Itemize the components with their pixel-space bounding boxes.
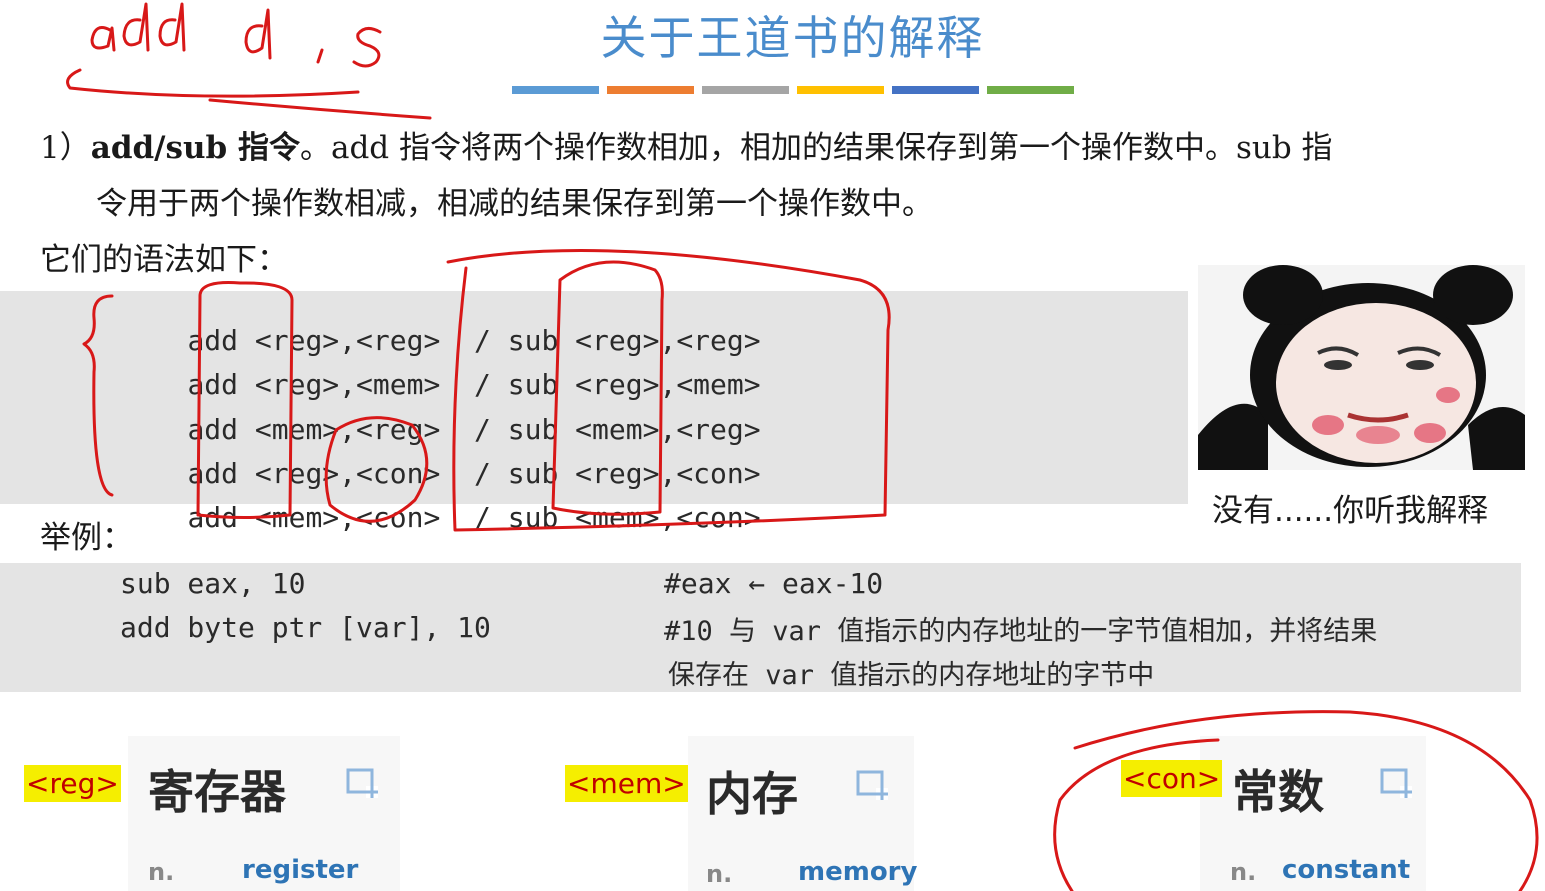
description-text: 。add 指令将两个操作数相加，相加的结果保存到第一个操作数中。sub 指 bbox=[299, 130, 1333, 166]
mem-chinese: 内存 bbox=[706, 758, 798, 824]
example-comment-text: #10 与 var 值指示的内存地址的一字节值相加，并将结果 bbox=[664, 616, 1378, 647]
example-code-2: add byte ptr [var], 10 bbox=[120, 611, 491, 644]
example-code-text: add byte ptr [var], 10 bbox=[120, 611, 491, 644]
reg-chinese: 寄存器 bbox=[148, 756, 286, 822]
page-title: 关于王道书的解释 bbox=[600, 11, 985, 65]
color-bar bbox=[702, 86, 789, 94]
con-tag: <con> bbox=[1121, 760, 1223, 797]
meme-caption: 没有......你听我解释 bbox=[1212, 485, 1488, 530]
syntax-row: add <mem>,<reg> / sub <mem>,<reg> bbox=[120, 380, 760, 446]
color-bar bbox=[987, 86, 1074, 94]
description-line-2: 令用于两个操作数相减，相减的结果保存到第一个操作数中。 bbox=[96, 184, 933, 224]
reg-tag-text: <reg> bbox=[26, 767, 119, 800]
mem-english-text: memory bbox=[798, 857, 918, 887]
example-heading-text: 举例： bbox=[40, 520, 133, 556]
example-comment-2: #10 与 var 值指示的内存地址的一字节值相加，并将结果 bbox=[664, 609, 1377, 648]
meme-caption-text: 没有......你听我解释 bbox=[1212, 493, 1489, 529]
mem-pos-text: n. bbox=[706, 860, 733, 888]
item-number: 1） bbox=[40, 130, 91, 166]
reg-english-text: register bbox=[242, 855, 359, 885]
con-chinese: 常数 bbox=[1232, 756, 1324, 822]
color-bar bbox=[892, 86, 979, 94]
con-chinese-text: 常数 bbox=[1232, 765, 1324, 819]
color-bar bbox=[512, 86, 599, 94]
example-comment-text: #eax ← eax-10 bbox=[664, 567, 884, 600]
reg-pos-text: n. bbox=[148, 858, 175, 886]
con-english-text: constant bbox=[1282, 855, 1411, 885]
example-heading: 举例： bbox=[40, 518, 133, 558]
panda-meme-image bbox=[1198, 265, 1525, 470]
mem-english: memory bbox=[798, 857, 917, 887]
syntax-row: add <mem>,<con> / sub <mem>,<con> bbox=[120, 468, 760, 534]
con-pos: n. bbox=[1230, 858, 1256, 886]
description-text-2: 令用于两个操作数相减，相减的结果保存到第一个操作数中。 bbox=[96, 186, 933, 222]
syntax-separator: / bbox=[474, 501, 491, 534]
con-pos-text: n. bbox=[1230, 858, 1257, 886]
add-to-wordbook-icon[interactable] bbox=[856, 770, 890, 800]
con-tag-text: <con> bbox=[1123, 762, 1221, 795]
description-line-1: 1）add/sub 指令。add 指令将两个操作数相加，相加的结果保存到第一个操… bbox=[40, 128, 1333, 168]
con-english: constant bbox=[1282, 855, 1410, 885]
add-to-wordbook-icon[interactable] bbox=[1380, 768, 1414, 798]
color-bar bbox=[607, 86, 694, 94]
reg-chinese-text: 寄存器 bbox=[148, 765, 286, 819]
syntax-heading-text: 它们的语法如下： bbox=[40, 242, 288, 278]
color-bar-strip bbox=[512, 86, 1074, 94]
mem-pos: n. bbox=[706, 860, 732, 888]
example-code-1: sub eax, 10 bbox=[120, 567, 305, 600]
color-bar bbox=[797, 86, 884, 94]
bold-term: add/sub 指令 bbox=[90, 130, 300, 166]
syntax-row: add <reg>,<con> / sub <reg>,<con> bbox=[120, 424, 760, 490]
mem-chinese-text: 内存 bbox=[706, 767, 798, 821]
syntax-sub: sub <mem>,<con> bbox=[507, 501, 761, 534]
syntax-row: add <reg>,<mem> / sub <reg>,<mem> bbox=[120, 335, 760, 401]
example-comment-2b: 保存在 var 值指示的内存地址的字节中 bbox=[668, 653, 1154, 692]
reg-english: register bbox=[242, 855, 358, 885]
example-comment-text: 保存在 var 值指示的内存地址的字节中 bbox=[668, 660, 1155, 691]
reg-pos: n. bbox=[148, 858, 174, 886]
example-comment-1: #eax ← eax-10 bbox=[664, 567, 883, 600]
mem-tag-text: <mem> bbox=[567, 767, 686, 800]
reg-tag: <reg> bbox=[24, 765, 121, 802]
syntax-rows: add <reg>,<reg> / sub <reg>,<reg> add <r… bbox=[0, 291, 760, 534]
example-code-text: sub eax, 10 bbox=[120, 567, 306, 600]
mem-tag: <mem> bbox=[565, 765, 688, 802]
add-to-wordbook-icon[interactable] bbox=[346, 768, 380, 798]
syntax-add: add <mem>,<con> bbox=[187, 501, 441, 534]
syntax-row: add <reg>,<reg> / sub <reg>,<reg> bbox=[120, 291, 760, 357]
syntax-heading: 它们的语法如下： bbox=[40, 240, 288, 280]
